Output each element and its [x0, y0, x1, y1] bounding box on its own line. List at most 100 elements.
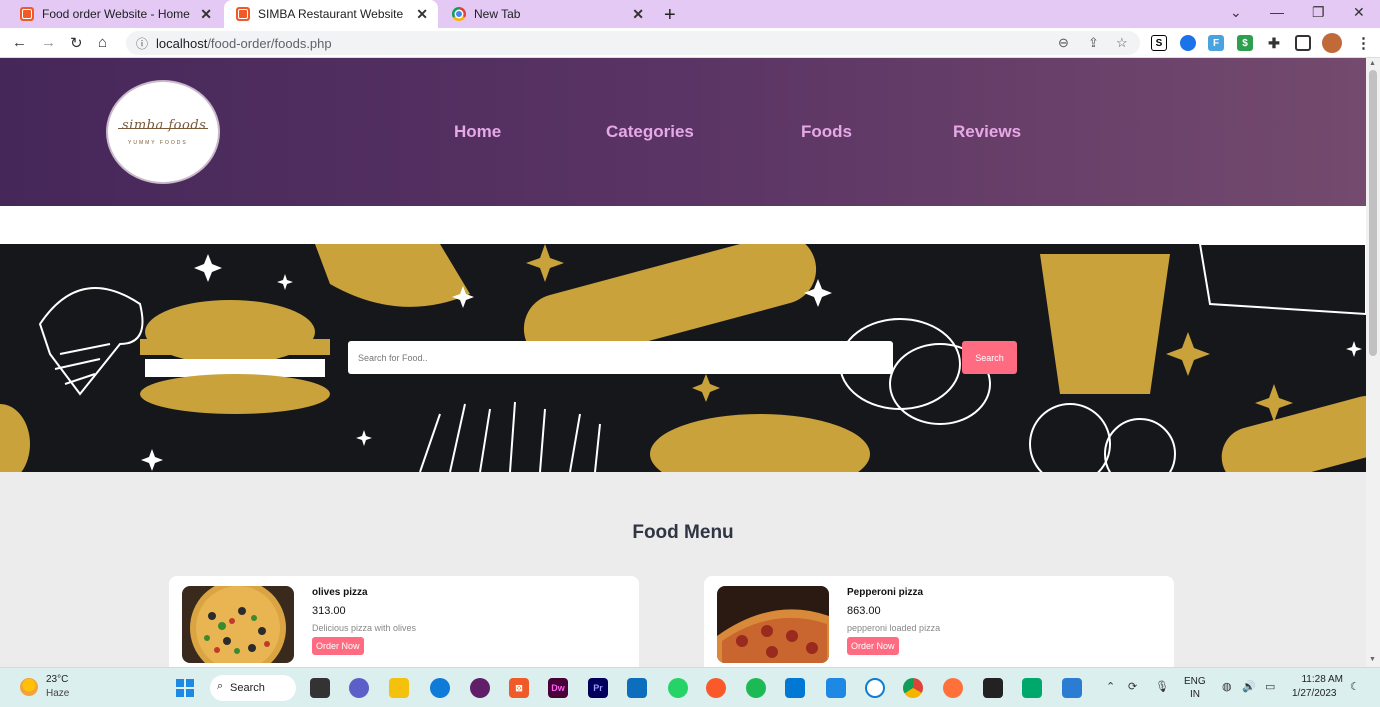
slack-icon[interactable]	[470, 678, 490, 698]
bookmark-star-icon[interactable]: ☆	[1116, 35, 1128, 51]
food-price: 863.00	[847, 605, 881, 617]
tab-search-chevron-icon[interactable]: ⌄	[1230, 4, 1242, 21]
more-menu-icon[interactable]: ⋮	[1356, 34, 1371, 52]
food-search-input[interactable]	[348, 341, 893, 374]
zoom-icon[interactable]: ⊖	[1058, 35, 1069, 51]
share-icon[interactable]: ⇪	[1088, 35, 1099, 51]
chrome-taskbar-icon[interactable]	[903, 678, 923, 698]
xampp-icon	[20, 7, 34, 21]
burger-illustration	[140, 300, 330, 414]
notepad-icon[interactable]	[826, 678, 846, 698]
whatsapp-icon[interactable]	[668, 678, 688, 698]
brave-icon[interactable]	[706, 678, 726, 698]
show-hidden-icons-chevron[interactable]: ⌃	[1106, 680, 1115, 693]
sync-icon[interactable]: ⟳	[1128, 680, 1137, 693]
spotify-icon[interactable]	[746, 678, 766, 698]
windows-start-icon[interactable]	[176, 679, 194, 697]
side-panel-icon[interactable]	[1295, 35, 1311, 51]
olives-pizza-image	[182, 586, 294, 663]
drink-cup-illustration	[1040, 254, 1170, 394]
notifications-icon[interactable]: ☾	[1350, 680, 1360, 693]
language-indicator[interactable]: ENG	[1184, 676, 1206, 687]
extension-s-icon[interactable]: S	[1151, 35, 1167, 51]
home-icon[interactable]: ⌂	[98, 34, 107, 51]
tab-simba-restaurant[interactable]: SIMBA Restaurant Website ✕	[224, 0, 438, 28]
close-window-icon[interactable]: ✕	[1353, 4, 1365, 21]
taskbar-search-label: Search	[230, 682, 265, 694]
food-name: olives pizza	[312, 587, 368, 598]
scroll-thumb[interactable]	[1369, 70, 1377, 356]
taskbar-search[interactable]: ⌕ Search	[210, 675, 296, 701]
globe-network-icon[interactable]: ◍	[1222, 680, 1232, 693]
premiere-icon[interactable]: Pr	[588, 678, 608, 698]
site-info-icon[interactable]: ⓘ	[136, 35, 148, 52]
food-card: Pepperoni pizza 863.00 pepperoni loaded …	[704, 576, 1174, 667]
tab-new-tab[interactable]: New Tab ✕	[440, 0, 654, 28]
bottom-burger-illustration	[650, 414, 870, 472]
url-text[interactable]: localhost/food-order/foods.php	[156, 36, 332, 51]
minimize-icon[interactable]: —	[1270, 4, 1284, 20]
edge-icon[interactable]	[430, 678, 450, 698]
site-header: simba foods YUMMY FOODS Home Categories …	[0, 58, 1366, 206]
photos-icon[interactable]	[1062, 678, 1082, 698]
xampp-taskbar-icon[interactable]: ⊠	[509, 678, 529, 698]
order-now-button[interactable]: Order Now	[847, 637, 899, 655]
close-tab-icon[interactable]: ✕	[200, 6, 212, 23]
task-view-icon[interactable]	[310, 678, 330, 698]
address-bar[interactable]: ⓘ localhost/food-order/foods.php ⊖ ⇪ ☆	[126, 31, 1140, 55]
tab-title: SIMBA Restaurant Website	[258, 7, 404, 21]
extensions-puzzle-icon[interactable]: ✚	[1266, 35, 1282, 51]
logo-subtitle: YUMMY FOODS	[128, 140, 188, 146]
gold-shape-left	[0, 404, 30, 472]
taco-illustration	[315, 244, 470, 307]
sandwich-illustration	[1198, 244, 1366, 316]
clock-time[interactable]: 11:28 AM	[1297, 674, 1343, 685]
vscode-icon[interactable]	[785, 678, 805, 698]
meet-icon[interactable]	[1022, 678, 1042, 698]
file-explorer-icon[interactable]	[389, 678, 409, 698]
page-scrollbar[interactable]: ▲ ▼	[1366, 58, 1380, 667]
profile-avatar[interactable]	[1322, 33, 1342, 53]
menu-reviews[interactable]: Reviews	[953, 122, 1021, 142]
order-now-button[interactable]: Order Now	[312, 637, 364, 655]
firefox-icon[interactable]	[943, 678, 963, 698]
battery-icon[interactable]: ▭	[1265, 680, 1275, 693]
region-indicator[interactable]: IN	[1190, 689, 1200, 700]
close-tab-icon[interactable]: ✕	[632, 6, 644, 23]
weather-icon[interactable]	[20, 678, 38, 696]
web-page: simba foods YUMMY FOODS Home Categories …	[0, 58, 1366, 667]
back-arrow-icon[interactable]: ←	[12, 34, 27, 51]
reload-icon[interactable]: ↻	[70, 34, 83, 52]
menu-categories[interactable]: Categories	[606, 122, 694, 142]
restore-icon[interactable]: ❐	[1312, 4, 1325, 21]
clock-date[interactable]: 1/27/2023	[1292, 688, 1337, 699]
xampp-icon	[236, 7, 250, 21]
close-tab-icon[interactable]: ✕	[416, 6, 428, 23]
extension-dollar-icon[interactable]: $	[1237, 35, 1253, 51]
new-tab-button[interactable]: +	[664, 4, 676, 27]
sticky-notes-icon[interactable]	[983, 678, 1003, 698]
scroll-up-icon[interactable]: ▲	[1369, 60, 1376, 67]
volume-icon[interactable]: 🔊	[1242, 680, 1256, 693]
dreamweaver-icon[interactable]: Dw	[548, 678, 568, 698]
teamviewer-icon[interactable]	[865, 678, 885, 698]
site-logo[interactable]: simba foods YUMMY FOODS	[108, 82, 218, 182]
extension-circle-icon[interactable]	[1180, 35, 1196, 51]
remote-desktop-icon[interactable]	[627, 678, 647, 698]
extension-f-icon[interactable]: F	[1208, 35, 1224, 51]
fries-illustration	[419, 401, 601, 472]
tab-home-page[interactable]: Food order Website - Home page ✕	[8, 0, 222, 28]
menu-home[interactable]: Home	[454, 122, 501, 142]
forward-arrow-icon[interactable]: →	[41, 34, 56, 51]
windows-taskbar: 23°C Haze ⌕ Search ⊠ Dw Pr ⌃ ⟳ 🎙 ENG IN …	[0, 667, 1380, 707]
menu-foods[interactable]: Foods	[801, 122, 852, 142]
scroll-down-icon[interactable]: ▼	[1369, 656, 1376, 663]
food-search-hero: Search	[0, 244, 1366, 472]
weather-temperature[interactable]: 23°C	[46, 674, 68, 685]
search-button[interactable]: Search	[962, 341, 1017, 374]
weather-description[interactable]: Haze	[46, 688, 69, 699]
microphone-icon[interactable]: 🎙	[1155, 680, 1169, 693]
chat-icon[interactable]	[349, 678, 369, 698]
browser-tabbar: Food order Website - Home page ✕ SIMBA R…	[0, 0, 1380, 28]
url-path: /food-order/foods.php	[207, 36, 332, 51]
